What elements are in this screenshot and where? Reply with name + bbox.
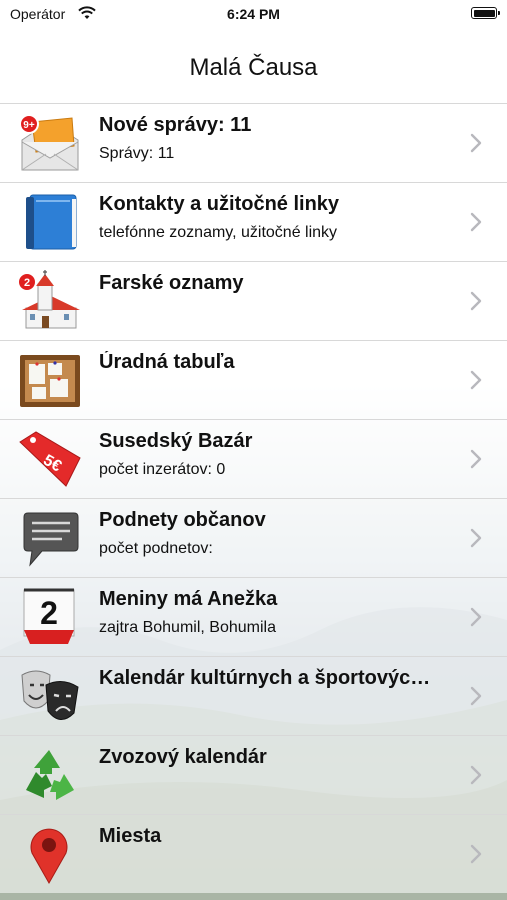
item-title: Miesta <box>99 825 162 847</box>
menu-list: 9+ Nové správy: 11 Správy: 11 Kontakty a… <box>0 103 507 893</box>
theater-masks-icon <box>16 665 82 727</box>
item-subtitle: zajtra Bohumil, Bohumila <box>99 619 276 636</box>
chevron-right-icon <box>469 686 483 706</box>
item-title: Kontakty a užitočné linky <box>99 193 340 215</box>
item-title: Zvozový kalendár <box>99 746 267 768</box>
status-bar: Operátor 6:24 PM <box>0 0 507 30</box>
item-title: Kalendár kultúrnych a športovýc… <box>99 667 431 689</box>
item-subtitle: počet inzerátov: 0 <box>99 461 226 478</box>
list-item-bazaar[interactable]: 5€ Susedský Bazár počet inzerátov: 0 <box>0 419 507 498</box>
item-title: Úradná tabuľa <box>99 351 235 373</box>
chevron-right-icon <box>469 607 483 627</box>
calendar-icon: 2 <box>16 586 82 648</box>
list-item-contacts[interactable]: Kontakty a užitočné linky telefónne zozn… <box>0 182 507 261</box>
item-title: Meniny má Anežka <box>99 588 278 610</box>
chevron-right-icon <box>469 528 483 548</box>
chevron-right-icon <box>469 765 483 785</box>
list-item-parish-notices[interactable]: 2 Farské oznamy <box>0 261 507 340</box>
page-title: Malá Čausa <box>189 54 318 81</box>
chevron-right-icon <box>469 370 483 390</box>
speech-bubble-icon <box>16 507 82 569</box>
list-item-culture-calendar[interactable]: Kalendár kultúrnych a športovýc… <box>0 656 507 735</box>
battery-icon <box>471 7 500 19</box>
item-subtitle: Správy: 11 <box>99 145 175 162</box>
list-item-official-board[interactable]: Úradná tabuľa <box>0 340 507 419</box>
svg-text:9+: 9+ <box>23 120 35 131</box>
chevron-right-icon <box>469 133 483 153</box>
item-subtitle: počet podnetov: <box>99 540 213 557</box>
list-item-citizen-suggestions[interactable]: Podnety občanov počet podnetov: <box>0 498 507 577</box>
list-item-waste-calendar[interactable]: Zvozový kalendár <box>0 735 507 814</box>
map-pin-icon <box>16 823 82 885</box>
svg-text:2: 2 <box>24 277 30 289</box>
chevron-right-icon <box>469 212 483 232</box>
chevron-right-icon <box>469 449 483 469</box>
list-item-name-days[interactable]: 2 Meniny má Anežka zajtra Bohumil, Bohum… <box>0 577 507 656</box>
item-title: Susedský Bazár <box>99 430 253 452</box>
bulletin-board-icon <box>16 349 82 411</box>
recycle-icon <box>16 744 82 806</box>
chevron-right-icon <box>469 291 483 311</box>
status-time: 6:24 PM <box>227 6 280 22</box>
list-item-places[interactable]: Miesta <box>0 814 507 893</box>
church-icon: 2 <box>16 270 82 332</box>
price-tag-icon: 5€ <box>16 428 82 490</box>
item-subtitle: telefónne zoznamy, užitočné linky <box>99 224 338 241</box>
list-item-messages[interactable]: 9+ Nové správy: 11 Správy: 11 <box>0 103 507 182</box>
address-book-icon <box>16 191 82 253</box>
item-title: Nové správy: 11 <box>99 114 252 136</box>
chevron-right-icon <box>469 844 483 864</box>
item-title: Farské oznamy <box>99 272 244 294</box>
item-title: Podnety občanov <box>99 509 266 531</box>
mail-envelope-icon: 9+ <box>16 112 82 174</box>
svg-text:2: 2 <box>40 595 58 631</box>
